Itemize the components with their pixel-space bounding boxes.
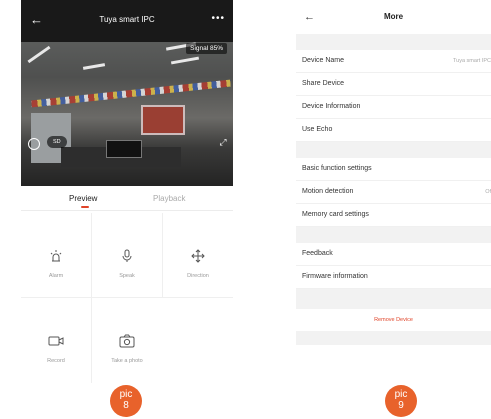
row-label: Share Device (302, 80, 345, 87)
section-spacer (296, 34, 491, 50)
badge-text: pic (119, 389, 133, 400)
settings-row-device-name[interactable]: Device Name Tuya smart IPC (296, 50, 491, 73)
ceiling-light (170, 56, 200, 65)
row-label: Feedback (302, 250, 333, 257)
take-photo-label: Take a photo (111, 358, 143, 364)
row-label: Memory card settings (302, 211, 369, 218)
settings-row-memory-card[interactable]: Memory card settings (296, 204, 491, 227)
badge-number: 9 (398, 400, 404, 411)
settings-row-firmware-information[interactable]: Firmware information (296, 266, 491, 289)
badge-number: 8 (123, 400, 129, 411)
settings-row-share-device[interactable]: Share Device (296, 73, 491, 96)
signal-indicator: Signal 85% (186, 43, 227, 54)
direction-label: Direction (187, 273, 209, 279)
pic-9-badge: pic 9 (385, 385, 417, 417)
pic-8-badge: pic 8 (110, 385, 142, 417)
row-value: Of (485, 189, 491, 195)
wall-poster (141, 105, 185, 135)
settings-row-motion-detection[interactable]: Motion detection Of (296, 181, 491, 204)
monitor (106, 140, 142, 158)
ceiling-light (82, 63, 106, 70)
section-spacer (296, 331, 491, 345)
row-label: Basic function settings (302, 165, 372, 172)
view-tabs: Preview Playback (21, 186, 233, 211)
row-label: Device Name (302, 57, 345, 64)
settings-row-use-echo[interactable]: Use Echo (296, 119, 491, 142)
settings-row-device-information[interactable]: Device Information (296, 96, 491, 119)
fullscreen-icon[interactable]: ⤢ (218, 137, 228, 147)
speak-label: Speak (119, 273, 135, 279)
page-title: Tuya smart IPC (99, 15, 155, 24)
page-title: More (383, 12, 404, 21)
alarm-label: Alarm (48, 273, 64, 279)
row-label: Use Echo (302, 126, 333, 133)
speak-button[interactable]: Speak (92, 213, 162, 297)
settings-row-basic-function[interactable]: Basic function settings (296, 158, 491, 181)
app-header: ← Tuya smart IPC ••• (21, 0, 233, 42)
tab-preview[interactable]: Preview (69, 194, 97, 203)
alarm-button[interactable]: Alarm (21, 213, 91, 297)
record-icon (21, 334, 91, 351)
ceiling-light (27, 45, 51, 64)
take-photo-button[interactable]: Take a photo (92, 298, 162, 382)
section-spacer (296, 227, 491, 243)
direction-icon (163, 249, 233, 266)
section-spacer (296, 142, 491, 158)
row-label: Motion detection (302, 188, 354, 195)
settings-row-feedback[interactable]: Feedback (296, 243, 491, 266)
row-label: Firmware information (302, 273, 368, 280)
tab-playback[interactable]: Playback (153, 194, 185, 203)
more-options-icon[interactable]: ••• (211, 13, 225, 24)
active-tab-indicator (81, 206, 89, 208)
row-value: Tuya smart IPC (453, 58, 491, 64)
badge-text: pic (394, 389, 408, 400)
camera-icon (92, 334, 162, 351)
row-label: Device Information (302, 103, 361, 110)
screenshot-toggle-icon[interactable] (28, 138, 40, 150)
live-video-view[interactable]: Signal 85% SD ⤢ (21, 35, 233, 186)
alarm-icon (21, 249, 91, 266)
flag-banner (31, 79, 231, 108)
quality-button[interactable]: SD (47, 136, 67, 148)
record-button[interactable]: Record (21, 298, 91, 382)
remove-device-button[interactable]: Remove Device (296, 309, 491, 331)
microphone-icon (92, 249, 162, 266)
control-grid: Alarm Speak Direction Record Take a phot… (21, 213, 233, 383)
direction-button[interactable]: Direction (163, 213, 233, 297)
camera-preview-screen: Signal 85% SD ⤢ ← Tuya smart IPC ••• Pre… (21, 0, 233, 383)
app-header: ← More (296, 0, 491, 34)
section-spacer (296, 289, 491, 309)
record-label: Record (47, 358, 65, 364)
more-settings-screen: ← More Device Name Tuya smart IPC Share … (296, 0, 491, 345)
